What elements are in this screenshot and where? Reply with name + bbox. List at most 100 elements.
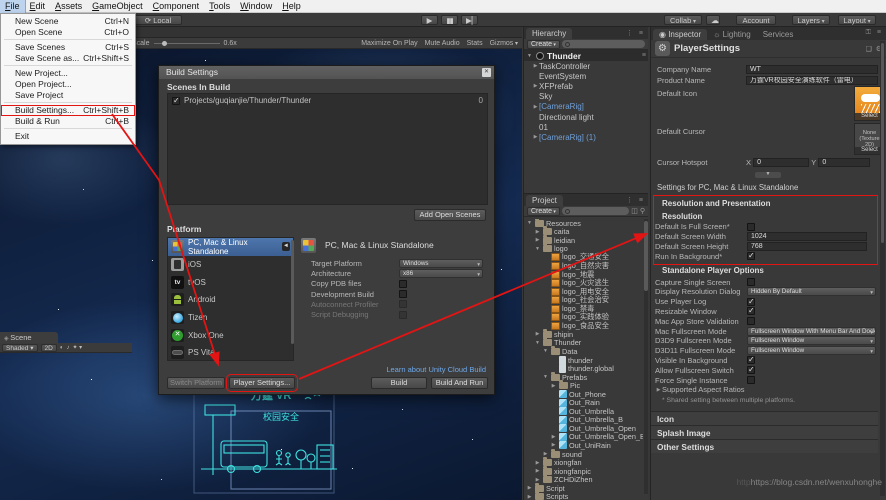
scene-checkbox[interactable] xyxy=(172,96,180,105)
company-name-field[interactable]: WT xyxy=(746,65,878,74)
expand-arrow-icon[interactable]: ▼ xyxy=(526,220,533,226)
project-item-thunder-global[interactable]: thunder.global xyxy=(524,364,643,374)
scene-list-item[interactable]: Projects/guqianjie/Thunder/Thunder 0 xyxy=(168,94,487,107)
collab-local-button[interactable]: ⟳ Local xyxy=(134,15,182,25)
create-dropdown[interactable]: Create xyxy=(527,206,560,216)
project-item-out-umbrella-open[interactable]: Out_Umbrella_Open xyxy=(524,424,643,433)
expand-arrow-icon[interactable]: ▶ xyxy=(550,383,557,389)
project-item-scripts[interactable]: ▶ Scripts xyxy=(524,491,643,500)
file-menu-item-save-scene-as[interactable]: Save Scene as... Ctrl+Shift+S xyxy=(1,53,135,66)
tab-services[interactable]: Services xyxy=(757,29,800,40)
file-menu-item-save-scenes[interactable]: Save Scenes Ctrl+S xyxy=(1,42,135,53)
tab-inspector[interactable]: ◉ Inspector xyxy=(653,29,708,40)
platform-row-android[interactable]: Android xyxy=(168,291,293,309)
file-menu-item-exit[interactable]: Exit xyxy=(1,131,135,142)
platform-list-scrollbar[interactable] xyxy=(291,240,294,344)
text-field[interactable]: 768 xyxy=(747,241,867,251)
menubar-item-edit[interactable]: Edit xyxy=(25,0,51,13)
platform-row-pc-mac-linux-standalone[interactable]: PC, Mac & Linux Standalone xyxy=(168,238,293,256)
dropdown[interactable]: Fullscreen Window xyxy=(747,346,876,356)
checkbox[interactable] xyxy=(399,310,407,319)
build-button[interactable]: Build xyxy=(371,377,427,389)
scene-header[interactable]: ▼ Thunder ≡ xyxy=(524,50,648,61)
hidden-packages-icon[interactable]: ◫ xyxy=(631,207,638,215)
audio-toggle-icon[interactable]: ♪ xyxy=(66,345,69,351)
project-item-zchdizhen[interactable]: ▶ ZCHDiZhen xyxy=(524,474,643,484)
hierarchy-search-input[interactable] xyxy=(561,40,645,48)
expand-arrow-icon[interactable]: ▶ xyxy=(532,63,539,69)
checkbox[interactable] xyxy=(399,290,407,299)
project-item-thunder[interactable]: thunder xyxy=(524,355,643,365)
project-search-input[interactable] xyxy=(561,207,630,215)
pause-button[interactable] xyxy=(441,15,458,25)
checkbox[interactable] xyxy=(747,376,755,385)
preview-expander-icon[interactable] xyxy=(755,172,781,178)
expand-arrow-icon[interactable]: ▶ xyxy=(534,237,541,243)
close-icon[interactable] xyxy=(482,68,491,77)
expand-arrow-icon[interactable]: ▼ xyxy=(542,374,549,380)
project-item-script[interactable]: ▶ Script xyxy=(524,482,643,493)
dropdown[interactable]: Fullscreen Window With Menu Bar And Dock xyxy=(747,326,876,336)
file-menu-item-build-settings[interactable]: Build Settings... Ctrl+Shift+B xyxy=(1,105,135,116)
scene-foldout-icon[interactable]: ▼ xyxy=(526,53,533,59)
panel-menu-icon[interactable]: ⋮ ≡ xyxy=(626,196,645,204)
expand-arrow-icon[interactable]: ▶ xyxy=(534,460,541,466)
layout-dropdown[interactable]: Layout xyxy=(838,15,876,25)
menubar-item-help[interactable]: Help xyxy=(277,0,306,13)
hierarchy-item-01[interactable]: 01 xyxy=(524,122,648,132)
expand-arrow-icon[interactable]: ▶ xyxy=(532,134,539,140)
shading-dropdown[interactable]: Shaded ▾ xyxy=(2,343,38,352)
expand-arrow-icon[interactable]: ▶ xyxy=(550,442,557,448)
file-menu-item-open-project[interactable]: Open Project... xyxy=(1,79,135,90)
checkbox[interactable] xyxy=(747,306,755,316)
layers-dropdown[interactable]: Layers xyxy=(792,15,830,25)
expand-arrow-icon[interactable]: ▶ xyxy=(526,485,533,491)
foldout-arrow-icon[interactable]: ▶ xyxy=(655,387,662,393)
menubar-item-assets[interactable]: Assets xyxy=(50,0,87,13)
hierarchy-item-camerarig-1[interactable]: ▶ [CameraRig] (1) xyxy=(524,132,648,142)
inspector-section-icon[interactable]: Icon xyxy=(651,411,878,425)
play-button[interactable] xyxy=(421,15,438,25)
dropdown[interactable]: Windows xyxy=(399,258,483,268)
checkbox[interactable] xyxy=(747,251,755,261)
menubar-item-component[interactable]: Component xyxy=(148,0,205,13)
hierarchy-item-eventsystem[interactable]: EventSystem xyxy=(524,71,648,81)
platform-row-tvos[interactable]: tvOS xyxy=(168,273,293,291)
lighting-toggle-icon[interactable]: ◐ xyxy=(60,345,64,351)
tab-hierarchy[interactable]: Hierarchy xyxy=(526,28,573,39)
expand-arrow-icon[interactable]: ▶ xyxy=(532,104,539,110)
build-and-run-button[interactable]: Build And Run xyxy=(431,377,488,389)
checkbox[interactable] xyxy=(747,222,755,231)
project-item-prefabs[interactable]: ▼ Prefabs xyxy=(524,371,643,382)
search-type-icon[interactable]: ⚲ xyxy=(640,207,645,215)
cloud-icon[interactable] xyxy=(706,15,720,25)
platform-row-tizen[interactable]: Tizen xyxy=(168,309,293,327)
checkbox[interactable] xyxy=(747,317,755,326)
file-menu-item-build-run[interactable]: Build & Run Ctrl+B xyxy=(1,116,135,129)
text-field[interactable]: 1024 xyxy=(747,232,867,242)
create-dropdown[interactable]: Create xyxy=(527,39,560,49)
hotspot-y-field[interactable]: 0 xyxy=(818,158,871,167)
product-name-field[interactable]: 万霆VR校园安全演练软件（雷电） xyxy=(746,76,878,85)
expand-arrow-icon[interactable]: ▼ xyxy=(534,340,541,346)
hierarchy-item-camerarig[interactable]: ▶ [CameraRig] xyxy=(524,102,648,112)
project-item-out-rain[interactable]: Out_Rain xyxy=(524,398,643,407)
panel-menu-icon[interactable]: ⋮ ≡ xyxy=(626,29,645,37)
project-item-shipin[interactable]: ▶ shipin xyxy=(524,328,643,339)
inspector-scrollbar[interactable] xyxy=(880,41,885,496)
hotspot-x-field[interactable]: 0 xyxy=(753,158,810,167)
hierarchy-item-directional-light[interactable]: Directional light xyxy=(524,112,648,122)
project-item-data[interactable]: ▼ Data xyxy=(524,345,643,356)
checkbox[interactable] xyxy=(399,279,407,288)
checkbox[interactable] xyxy=(747,278,755,287)
game-toolbar-stats[interactable]: Stats xyxy=(467,40,483,47)
project-item-xiongfanpic[interactable]: ▶ xiongfanpic xyxy=(524,465,643,476)
add-open-scenes-button[interactable]: Add Open Scenes xyxy=(414,209,486,221)
project-item-pic[interactable]: ▶ Pic xyxy=(524,380,643,390)
expand-arrow-icon[interactable]: ▼ xyxy=(534,246,541,252)
project-item-out-unirain[interactable]: ▶ Out_UniRain xyxy=(524,441,643,450)
hierarchy-item-taskcontroller[interactable]: ▶ TaskController xyxy=(524,61,648,71)
dropdown[interactable]: Fullscreen Window xyxy=(747,336,876,346)
game-toolbar-mute-audio[interactable]: Mute Audio xyxy=(425,40,460,47)
expand-arrow-icon[interactable]: ▶ xyxy=(534,331,541,337)
